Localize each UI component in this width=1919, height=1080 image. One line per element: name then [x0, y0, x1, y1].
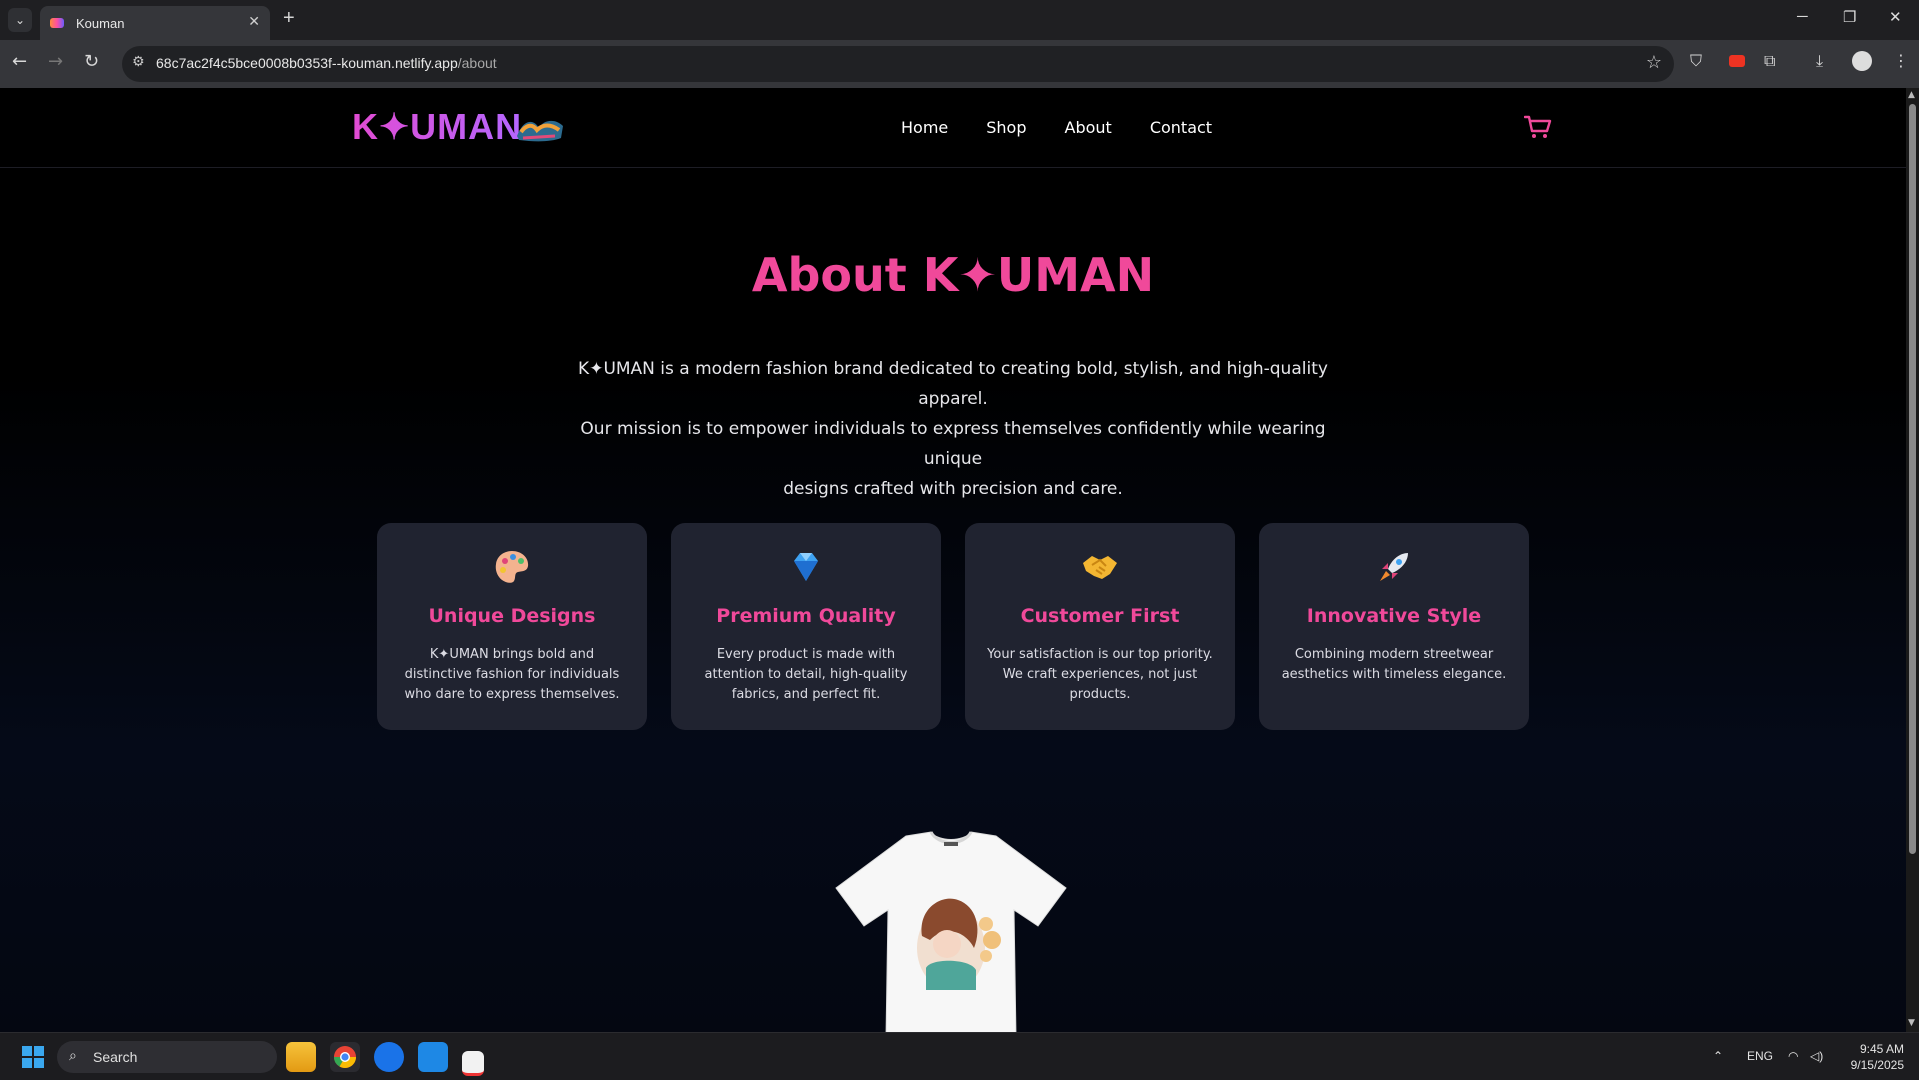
file-explorer-icon[interactable]	[286, 1042, 316, 1072]
bookmark-star-icon[interactable]: ☆	[1646, 52, 1662, 73]
browser-tab-bar: ⌄ Kouman ✕ + ─ ❐ ✕	[0, 0, 1919, 40]
tab-search-chevron-icon[interactable]: ⌄	[8, 8, 32, 32]
taskbar-clock[interactable]: 9:45 AM 9/15/2025	[1840, 1041, 1904, 1073]
gem-icon	[794, 553, 818, 581]
feature-card-customer-first: Customer First Your satisfaction is our …	[965, 523, 1235, 730]
wifi-icon[interactable]: ◠	[1788, 1049, 1798, 1063]
scrollbar-thumb[interactable]	[1909, 104, 1916, 854]
clock-time: 9:45 AM	[1859, 1042, 1904, 1056]
feature-text: Your satisfaction is our top priority. W…	[987, 647, 1213, 702]
tshirt-product-image	[835, 831, 1067, 1032]
main-nav: Home Shop About Contact	[901, 118, 1250, 137]
nav-contact-link[interactable]: Contact	[1150, 118, 1212, 137]
about-description: K✦UMAN is a modern fashion brand dedicat…	[560, 354, 1346, 504]
browser-toolbar: ← → ↻ ⚙ 68c7ac2f4c5bce0008b0353f--kouman…	[0, 40, 1919, 89]
nav-about-link[interactable]: About	[1065, 118, 1112, 137]
site-header: K✦UMAN Home Shop About Contact	[0, 88, 1906, 168]
profile-avatar[interactable]	[1852, 51, 1872, 71]
window-close-button[interactable]: ✕	[1889, 8, 1902, 26]
feature-card-premium-quality: Premium Quality Every product is made wi…	[671, 523, 941, 730]
feature-cards: Unique Designs K✦UMAN brings bold and di…	[377, 523, 1529, 730]
shield-extension-icon[interactable]: ⛉	[1690, 51, 1702, 71]
windows-start-icon[interactable]	[22, 1046, 44, 1068]
back-arrow-icon[interactable]: ←	[12, 51, 27, 72]
tab-close-icon[interactable]: ✕	[248, 14, 260, 30]
clock-date: 9/15/2025	[1850, 1058, 1904, 1072]
palette-icon	[495, 551, 529, 583]
page-viewport: K✦UMAN Home Shop About Contact About K✦U…	[0, 88, 1906, 1032]
tab-title: Kouman	[76, 15, 125, 31]
feature-title: Premium Quality	[716, 605, 896, 627]
feature-text: Combining modern streetwear aesthetics w…	[1281, 647, 1507, 682]
reload-icon[interactable]: ↻	[84, 51, 99, 72]
address-bar[interactable]: ⚙ 68c7ac2f4c5bce0008b0353f--kouman.netli…	[122, 46, 1674, 82]
new-tab-button[interactable]: +	[283, 7, 295, 30]
forward-arrow-icon[interactable]: →	[48, 51, 63, 72]
about-line: K✦UMAN is a modern fashion brand dedicat…	[578, 359, 1328, 409]
browser-menu-icon[interactable]: ⋮	[1893, 51, 1909, 70]
page-scrollbar[interactable]: ▲ ▼	[1906, 88, 1919, 1032]
vscode-icon[interactable]	[418, 1042, 448, 1072]
window-minimize-button[interactable]: ─	[1797, 8, 1808, 25]
chrome-taskbar-button[interactable]	[330, 1042, 360, 1072]
address-url: 68c7ac2f4c5bce0008b0353f--kouman.netlify…	[156, 55, 497, 71]
logo-graffiti-icon	[517, 120, 563, 142]
tray-overflow-chevron-icon[interactable]: ⌃	[1713, 1049, 1723, 1063]
about-line: Our mission is to empower individuals to…	[580, 419, 1326, 469]
window-restore-button[interactable]: ❐	[1843, 8, 1856, 26]
volume-icon[interactable]: ◁)	[1810, 1049, 1823, 1063]
chrome-icon	[334, 1046, 356, 1068]
feature-text: Every product is made with attention to …	[704, 647, 908, 702]
rocket-icon	[1380, 553, 1408, 581]
browser-tab[interactable]: Kouman ✕	[40, 6, 270, 40]
nav-home-link[interactable]: Home	[901, 118, 948, 137]
about-line: designs crafted with precision and care.	[783, 479, 1123, 499]
youtube-extension-icon[interactable]	[1729, 55, 1745, 67]
feature-title: Customer First	[1020, 605, 1180, 627]
tab-favicon-icon	[50, 18, 64, 28]
shopping-cart-icon[interactable]	[1524, 114, 1552, 140]
windows-taskbar: ⌕ Search ⌃ ENG ◠ ◁) 9:45 AM 9/15/2025	[0, 1032, 1919, 1080]
handshake-icon	[1083, 556, 1117, 579]
nav-shop-link[interactable]: Shop	[986, 118, 1026, 137]
search-icon: ⌕	[69, 1048, 77, 1064]
taskbar-search[interactable]: ⌕ Search	[57, 1041, 277, 1073]
language-indicator[interactable]: ENG	[1747, 1049, 1773, 1063]
feature-card-unique-designs: Unique Designs K✦UMAN brings bold and di…	[377, 523, 647, 730]
extensions-puzzle-icon[interactable]: ⧉	[1764, 51, 1775, 71]
feature-title: Unique Designs	[428, 605, 596, 627]
scroll-up-arrow-icon[interactable]: ▲	[1908, 90, 1915, 100]
taskbar-search-label: Search	[93, 1049, 138, 1065]
feature-title: Innovative Style	[1306, 605, 1482, 627]
site-info-icon[interactable]: ⚙	[132, 54, 145, 70]
download-icon[interactable]: ⤓	[1816, 51, 1823, 71]
feature-card-innovative-style: Innovative Style Combining modern street…	[1259, 523, 1529, 730]
vimeo-icon[interactable]	[374, 1042, 404, 1072]
page-title: About K✦UMAN	[751, 248, 1155, 302]
site-logo[interactable]: K✦UMAN	[352, 106, 522, 148]
snipping-tool-icon[interactable]	[462, 1051, 484, 1076]
feature-text: K✦UMAN brings bold and distinctive fashi…	[404, 647, 620, 702]
scroll-down-arrow-icon[interactable]: ▼	[1908, 1018, 1915, 1028]
